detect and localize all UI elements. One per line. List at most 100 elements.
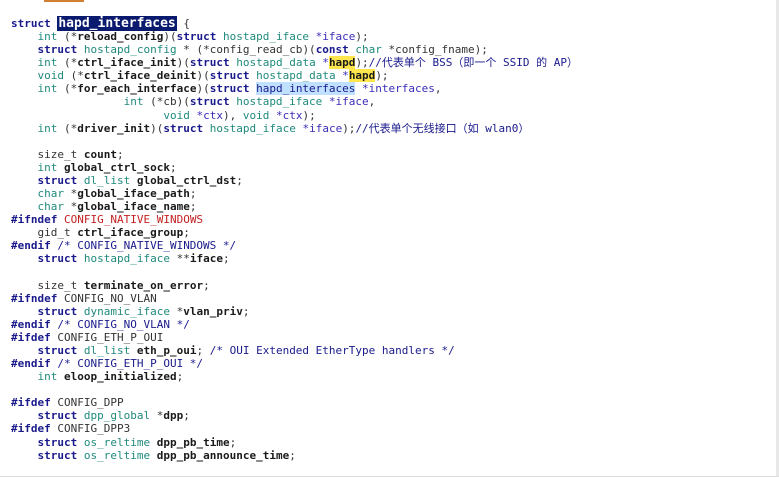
code-token: ; (203, 278, 210, 292)
code-line[interactable]: #ifdef CONFIG_ETH_P_OUI (11, 331, 163, 344)
code-token: hapd_interfaces (57, 16, 177, 31)
code-token: global_iface_name (77, 200, 190, 214)
code-token: *iface (322, 95, 369, 109)
code-token: struct (209, 82, 257, 96)
code-line[interactable]: struct hostapd_config * (*config_read_cb… (11, 43, 488, 56)
code-token: #ifndef (11, 213, 64, 227)
code-token: struct (176, 30, 217, 44)
code-line[interactable]: int (*reload_config)(struct hostapd_ifac… (11, 30, 369, 43)
code-line[interactable]: #ifdef CONFIG_DPP (11, 396, 124, 409)
code-token: (* (57, 30, 78, 44)
code-token: iface (189, 252, 223, 266)
code-line[interactable]: size_t count; (11, 147, 123, 161)
code-token: /* CONFIG_ETH_P_OUI */ (57, 357, 204, 371)
code-token: //代表单个无线接口（如 wlan0） (355, 121, 530, 135)
code-token: os_reltime (77, 448, 151, 462)
code-token: ); (375, 69, 389, 83)
code-line[interactable]: int global_ctrl_sock; (11, 161, 177, 174)
code-line[interactable]: char *global_iface_name; (11, 200, 197, 214)
code-line[interactable]: gid_t ctrl_iface_group; (11, 226, 189, 240)
code-token: * (* (176, 43, 210, 57)
code-token: terminate_on_error (83, 278, 204, 292)
scroll-marker (44, 0, 84, 2)
code-line[interactable]: char *global_iface_path; (11, 187, 197, 201)
code-token: *ctx (189, 108, 223, 122)
code-token: count (83, 147, 117, 161)
code-token: /* CONFIG_NATIVE_WINDOWS */ (57, 239, 237, 253)
code-token: hostapd_iface (77, 252, 170, 266)
code-line[interactable]: void (*ctrl_iface_deinit)(struct hostapd… (11, 69, 389, 83)
code-token: )( (163, 30, 177, 44)
code-line[interactable]: #endif /* CONFIG_ETH_P_OUI */ (11, 357, 203, 370)
code-line[interactable]: struct os_reltime dpp_pb_time; (11, 436, 237, 449)
code-token: ; (176, 370, 184, 384)
code-token: ; (189, 187, 197, 201)
code-line[interactable]: #endif /* CONFIG_NO_VLAN */ (11, 318, 190, 331)
code-line[interactable]: struct os_reltime dpp_pb_announce_time; (11, 449, 296, 462)
code-line[interactable]: #endif /* CONFIG_NATIVE_WINDOWS */ (11, 239, 236, 252)
code-line[interactable]: int (*ctrl_iface_init)(struct hostapd_da… (11, 56, 579, 70)
code-token: * (335, 69, 349, 83)
code-token: ); (355, 56, 369, 70)
code-token: int (37, 121, 58, 135)
code-line[interactable]: struct hostapd_iface **iface; (11, 252, 230, 265)
code-token: dpp_global (77, 409, 151, 423)
code-token: struct (37, 43, 78, 57)
code-line[interactable]: int (*driver_init)(struct hostapd_iface … (11, 121, 530, 135)
code-token: struct (209, 69, 250, 83)
code-line[interactable]: #ifndef CONFIG_NATIVE_WINDOWS (11, 213, 203, 226)
code-token: struct (189, 95, 230, 109)
code-token: (*cb)( (143, 95, 190, 109)
code-line[interactable]: struct dl_list global_ctrl_dst; (11, 174, 243, 187)
code-token: size_t (11, 278, 84, 292)
code-token: char (37, 187, 65, 201)
code-token: )( (196, 69, 210, 83)
code-line[interactable]: int (*for_each_interface)(struct hapd_in… (11, 82, 442, 96)
code-token: hapd_interfaces (256, 82, 356, 96)
code-token: int (37, 30, 58, 44)
code-line[interactable]: struct hapd_interfaces { (11, 16, 190, 31)
code-token: #ifdef (11, 396, 58, 410)
code-line[interactable]: int eloop_initialized; (11, 370, 184, 384)
code-line[interactable]: struct dynamic_iface *vlan_priv; (11, 305, 250, 318)
code-token: int (123, 95, 144, 109)
code-token: struct (37, 173, 78, 187)
code-token: CONFIG_ETH_P_OUI (57, 330, 164, 344)
code-token: hapd (328, 56, 356, 70)
code-token: hostapd_config (77, 43, 177, 57)
code-line[interactable]: void *ctx), void *ctx); (11, 108, 315, 122)
code-editor[interactable]: struct hapd_interfaces { int (*reload_co… (0, 0, 779, 477)
code-line[interactable]: struct dl_list eth_p_oui; /* OUI Extende… (11, 344, 455, 357)
code-token: * (315, 56, 329, 70)
code-line[interactable]: size_t terminate_on_error; (11, 278, 210, 292)
code-token: //代表单个 BSS（即一个 SSID 的 AP） (368, 56, 579, 70)
code-token: * (64, 187, 78, 201)
code-line[interactable]: #ifdef CONFIG_DPP3 (11, 422, 130, 435)
code-token: ; (289, 448, 296, 462)
code-token: ; (236, 173, 243, 187)
code-token: CONFIG_NO_VLAN (63, 291, 157, 305)
code-token: void (242, 108, 270, 122)
code-line[interactable]: #ifndef CONFIG_NO_VLAN (11, 292, 157, 305)
code-line[interactable]: struct dpp_global *dpp; (11, 409, 190, 422)
code-line[interactable]: int (*cb)(struct hostapd_iface *iface, (11, 95, 376, 109)
code-token: ** (169, 252, 190, 266)
code-token: struct (37, 448, 78, 462)
code-token: ctrl_iface_group (77, 226, 184, 240)
code-token: *ctx (269, 108, 303, 122)
